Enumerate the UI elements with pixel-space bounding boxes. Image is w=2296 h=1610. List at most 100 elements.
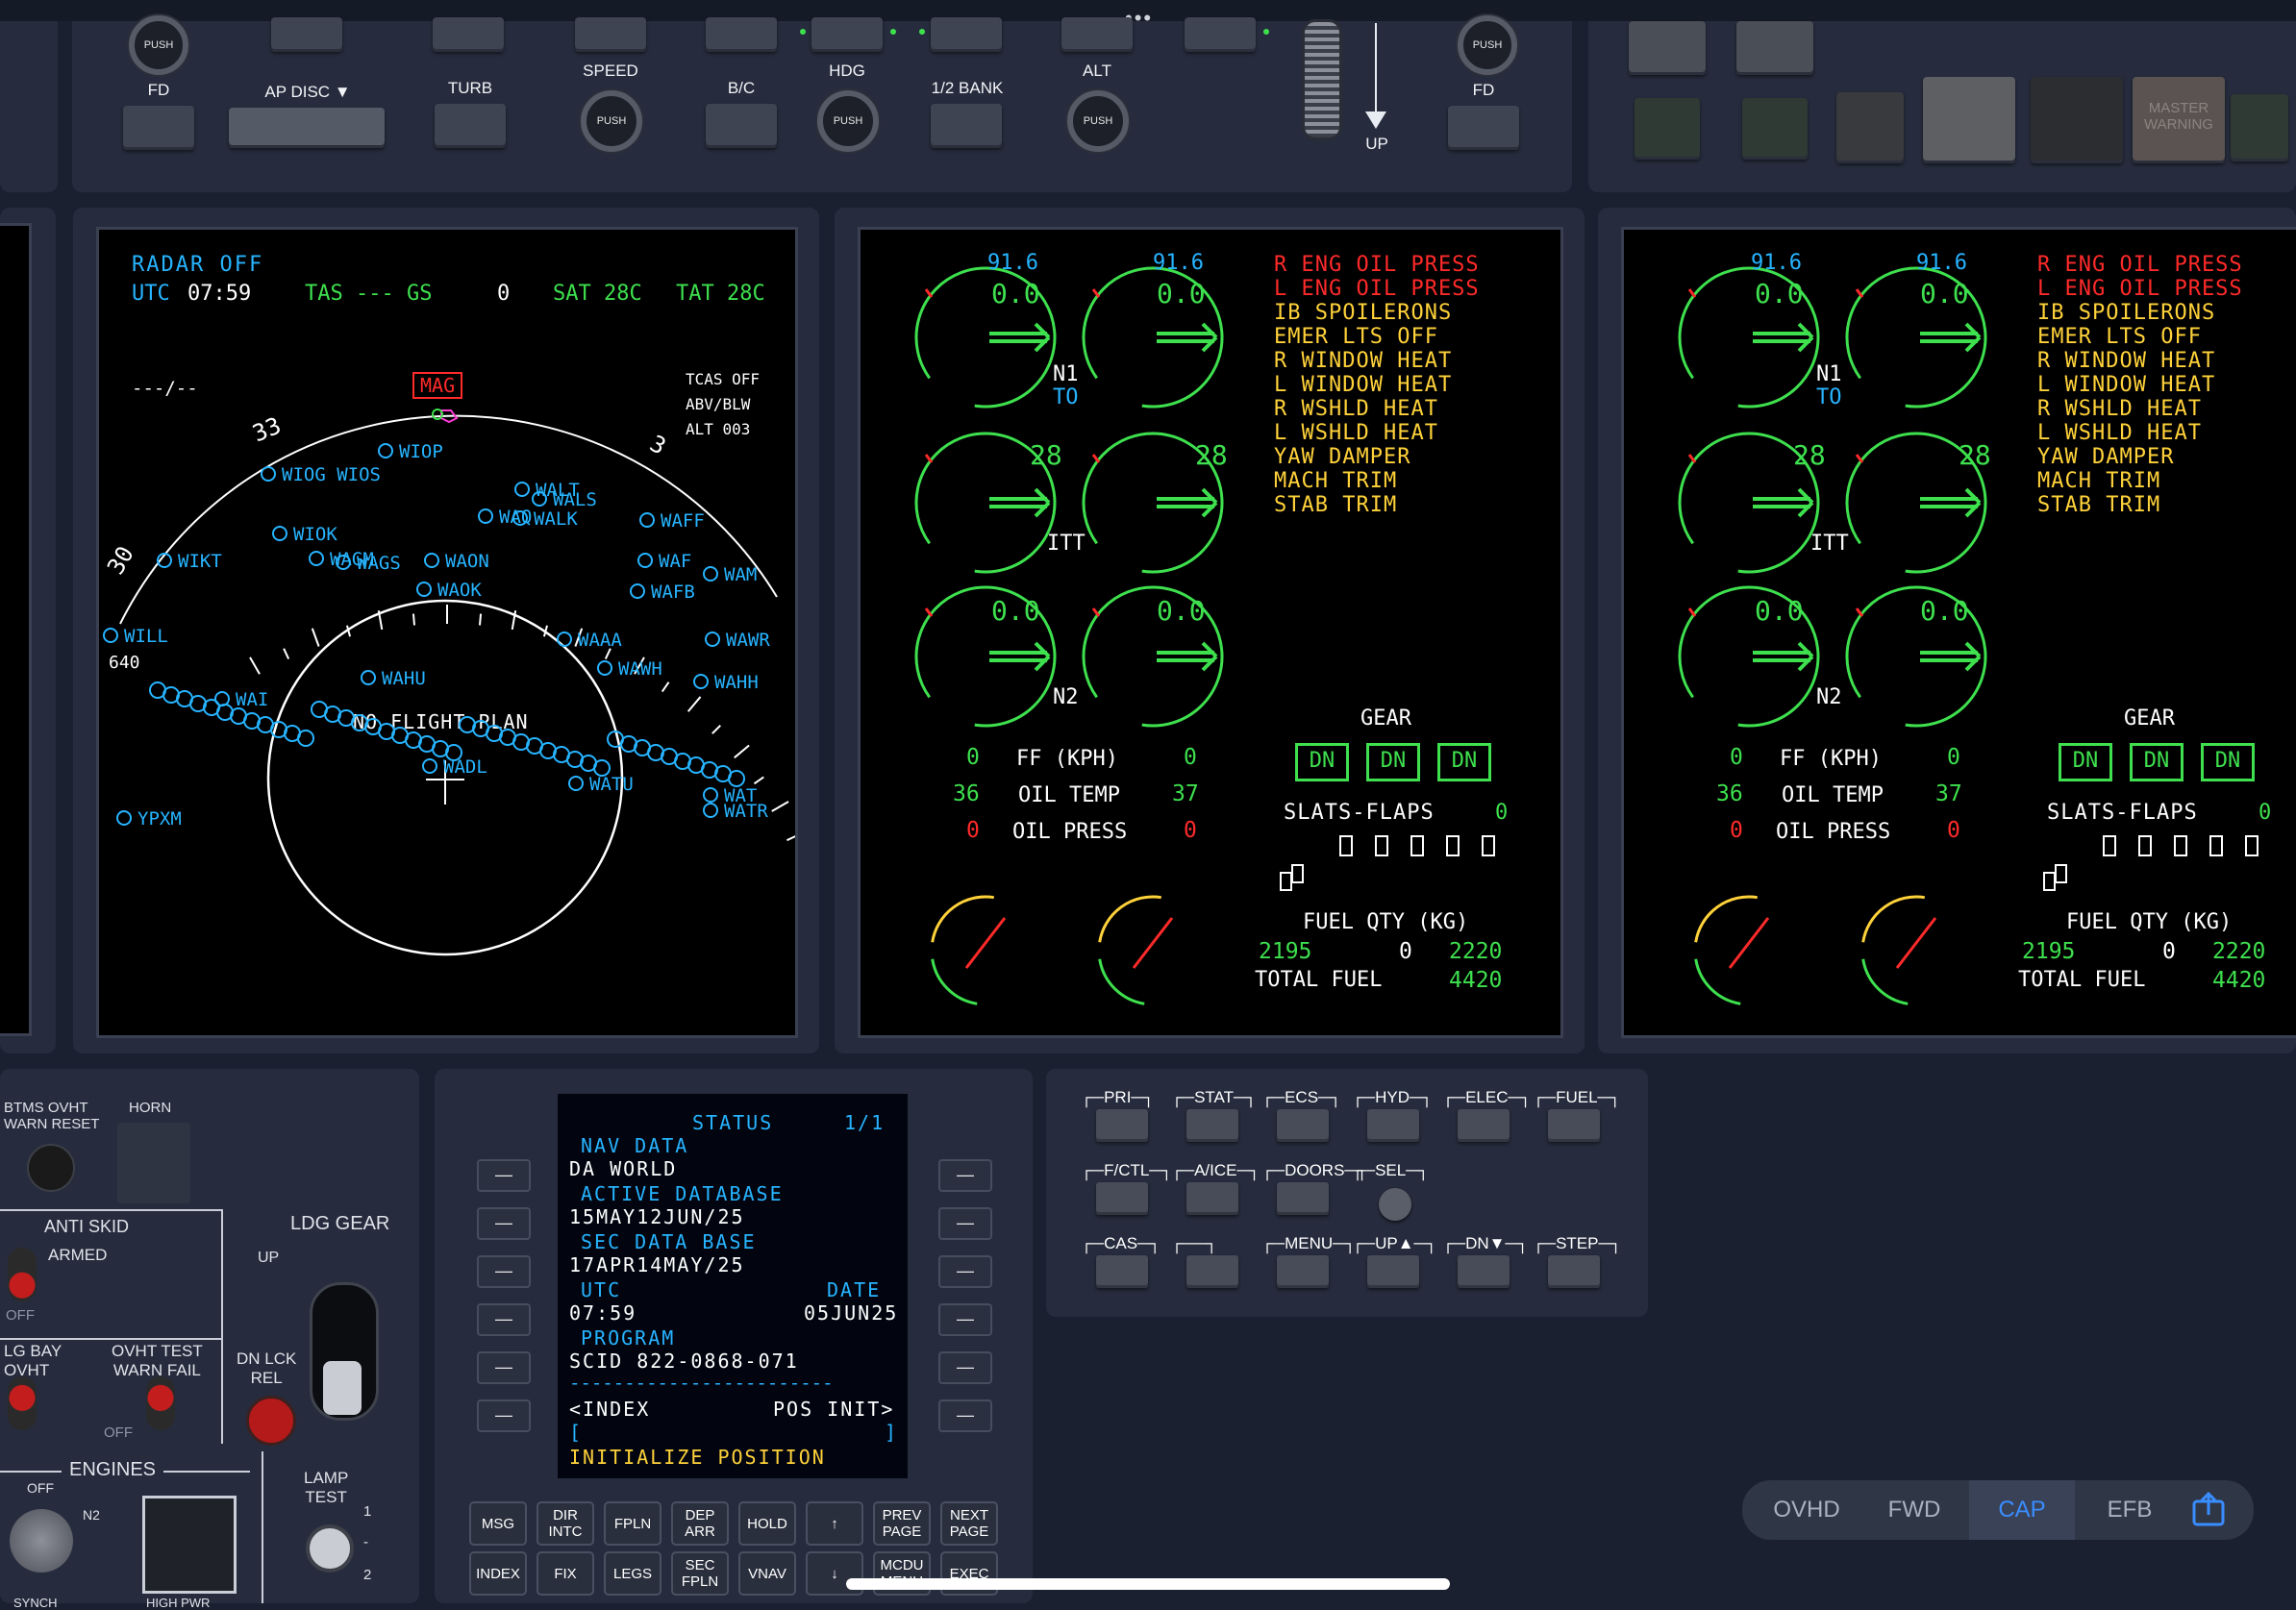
lg-bay-switch[interactable] [8, 1376, 37, 1430]
lsk-left-4[interactable]: — [477, 1303, 531, 1336]
annunciator-light-7[interactable] [2031, 77, 2123, 163]
ecp-button-ecs[interactable] [1277, 1109, 1329, 1142]
waypoint-symbol[interactable] [309, 551, 324, 566]
cdu-key-vnav[interactable]: VNAV [738, 1551, 796, 1596]
lamp-test-knob[interactable] [306, 1524, 354, 1573]
cdu-key-msg[interactable]: MSG [469, 1501, 527, 1546]
share-icon[interactable] [2190, 1491, 2227, 1528]
cdu-key-dep-arr[interactable]: DEP ARR [671, 1501, 729, 1546]
fd-right-button[interactable] [1448, 106, 1519, 150]
ecp-button-pri[interactable] [1096, 1109, 1148, 1142]
cdu-key-↑[interactable]: ↑ [806, 1501, 863, 1546]
waypoint-symbol[interactable] [103, 628, 118, 643]
lsk-right-3[interactable]: — [938, 1255, 992, 1288]
tab-ovhd[interactable]: OVHD [1754, 1480, 1859, 1540]
waypoint-symbol[interactable] [693, 674, 709, 689]
waypoint-symbol[interactable] [424, 553, 439, 568]
eicas-screen-1[interactable]: 91.6 0.0 91.6 0.0 N1 TO 28 28 ITT 0.0 0.0 N2 0 FF (KP… [858, 227, 1563, 1038]
waypoint-symbol[interactable] [361, 670, 376, 685]
cdu-index[interactable]: <INDEX [569, 1398, 650, 1421]
tab-fwd[interactable]: FWD [1861, 1480, 1967, 1540]
waypoint-symbol[interactable] [568, 776, 584, 791]
fd-left-button[interactable] [123, 106, 194, 150]
ecp-button-cas[interactable] [1096, 1255, 1148, 1288]
fd-left-push-knob[interactable]: PUSH [129, 15, 188, 75]
waypoint-symbol[interactable] [478, 508, 493, 524]
eicas-screen-2[interactable]: 91.6 0.0 91.6 0.0 N1 TO 28 28 ITT 0.0 0.0 N2 0 FF (KP… [1621, 227, 2296, 1038]
ecp-button-blank[interactable] [1186, 1255, 1238, 1288]
engine-sync-knob[interactable] [10, 1509, 73, 1573]
waypoint-symbol[interactable] [116, 810, 132, 826]
waypoint-symbol[interactable] [512, 510, 528, 526]
waypoint-symbol[interactable] [557, 632, 572, 647]
top-button-7[interactable] [1061, 17, 1133, 52]
lsk-right-5[interactable]: — [938, 1351, 992, 1384]
cdu-key-prev-page[interactable]: PREV PAGE [873, 1501, 931, 1546]
waypoint-symbol[interactable] [637, 553, 653, 568]
lsk-left-5[interactable]: — [477, 1351, 531, 1384]
high-pwr-button[interactable] [142, 1496, 237, 1594]
fd-right-push-knob[interactable]: PUSH [1458, 15, 1517, 75]
ecp-button-dn[interactable] [1458, 1255, 1510, 1288]
annunciator-light-2[interactable] [1736, 21, 1813, 75]
tab-cap[interactable]: CAP [1969, 1480, 2075, 1540]
dn-lck-rel-button[interactable] [246, 1396, 296, 1446]
ecp-button-fuel[interactable] [1548, 1109, 1600, 1142]
cdu-screen[interactable]: STATUS 1/1 NAV DATA DA WORLD ACTIVE DATA… [558, 1094, 908, 1478]
top-button-4[interactable] [706, 17, 777, 52]
waypoint-symbol[interactable] [514, 482, 530, 497]
cdu-pos-init[interactable]: POS INIT> [773, 1398, 894, 1421]
top-button-8[interactable] [1185, 17, 1256, 52]
waypoint-symbol[interactable] [639, 512, 655, 528]
anti-skid-switch[interactable] [8, 1248, 37, 1301]
lsk-right-2[interactable]: — [938, 1207, 992, 1240]
ecp-button-stat[interactable] [1186, 1109, 1238, 1142]
waypoint-symbol[interactable] [705, 632, 720, 647]
waypoint-symbol[interactable] [597, 660, 612, 676]
ap-disc-button[interactable] [229, 108, 385, 148]
top-button-3[interactable] [575, 17, 646, 52]
lsk-left-2[interactable]: — [477, 1207, 531, 1240]
top-button-5[interactable] [811, 17, 883, 52]
gear-lever-handle[interactable] [323, 1361, 362, 1415]
top-button-1[interactable] [271, 17, 342, 52]
ecp-button-aice[interactable] [1186, 1182, 1238, 1215]
waypoint-symbol[interactable] [703, 803, 718, 818]
lsk-left-3[interactable]: — [477, 1255, 531, 1288]
ecp-button-menu[interactable] [1277, 1255, 1329, 1288]
cdu-key-fpln[interactable]: FPLN [604, 1501, 661, 1546]
waypoint-symbol[interactable] [703, 566, 718, 582]
lsk-right-1[interactable]: — [938, 1159, 992, 1192]
waypoint-symbol[interactable] [272, 526, 287, 541]
bc-button[interactable] [706, 104, 777, 148]
waypoint-symbol[interactable] [261, 466, 276, 482]
ovht-test-switch[interactable] [146, 1376, 175, 1430]
cdu-key-sec-fpln[interactable]: SEC FPLN [671, 1551, 729, 1596]
annunciator-light-6[interactable] [1923, 77, 2015, 163]
alt-knob[interactable]: PUSH [1067, 90, 1129, 152]
cdu-key-hold[interactable]: HOLD [738, 1501, 796, 1546]
waypoint-symbol[interactable] [157, 553, 172, 568]
home-indicator[interactable] [846, 1578, 1450, 1590]
top-button-2[interactable] [433, 17, 504, 52]
lsk-right-6[interactable]: — [938, 1399, 992, 1432]
waypoint-symbol[interactable] [630, 583, 645, 599]
btms-reset-button[interactable] [27, 1144, 75, 1192]
vertical-speed-wheel[interactable] [1302, 19, 1342, 140]
speed-knob[interactable]: PUSH [581, 90, 642, 152]
half-bank-button[interactable] [931, 104, 1002, 148]
top-button-6[interactable] [931, 17, 1002, 52]
turb-button[interactable] [435, 104, 506, 148]
lsk-left-1[interactable]: — [477, 1159, 531, 1192]
horn-button[interactable] [117, 1123, 190, 1203]
annunciator-light-8[interactable] [2231, 94, 2288, 161]
waypoint-symbol[interactable] [336, 555, 351, 570]
waypoint-symbol[interactable] [422, 758, 437, 774]
waypoint-symbol[interactable] [378, 443, 393, 458]
ecp-button-doors[interactable] [1277, 1182, 1329, 1215]
ecp-button-up[interactable] [1367, 1255, 1419, 1288]
annunciator-light-3[interactable] [1635, 98, 1700, 160]
ecp-button-step[interactable] [1548, 1255, 1600, 1288]
annunciator-light-4[interactable] [1742, 98, 1808, 160]
tab-efb[interactable]: EFB [2077, 1480, 2183, 1540]
